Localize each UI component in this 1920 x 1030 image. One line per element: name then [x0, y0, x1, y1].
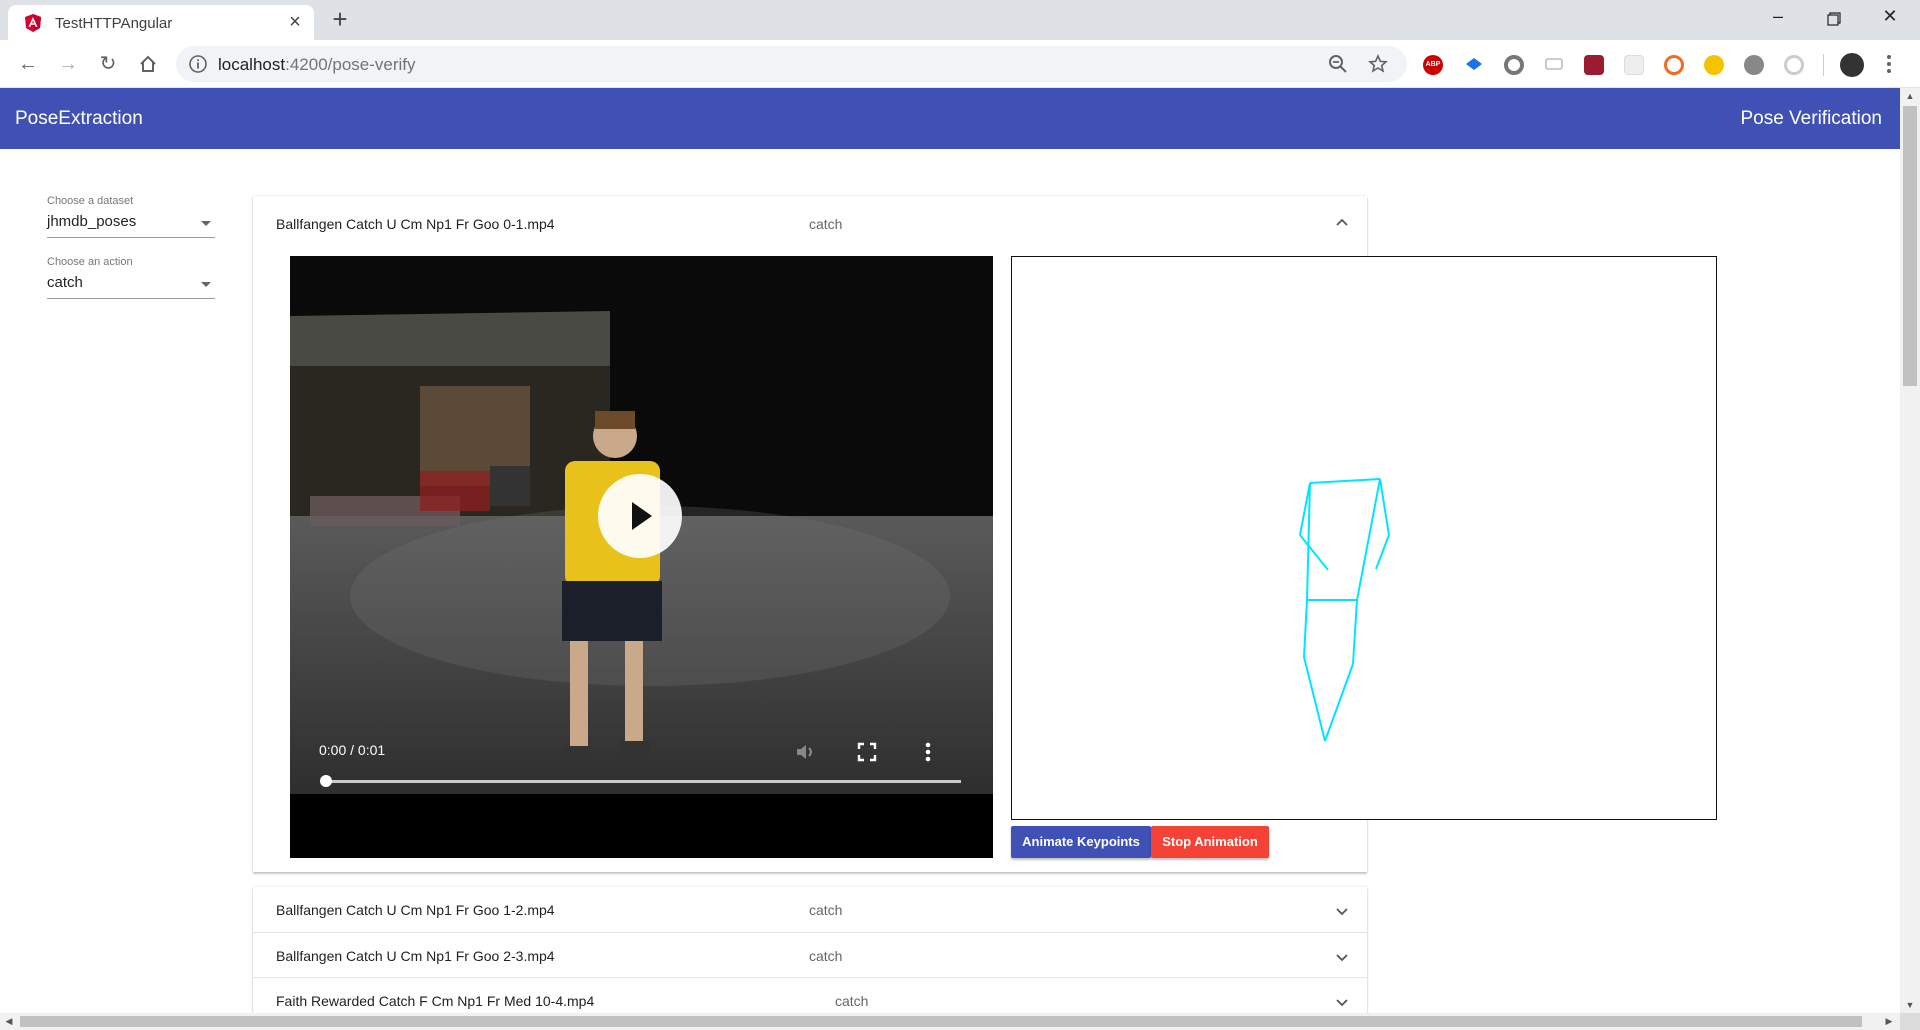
reload-icon[interactable]: ↻: [94, 50, 122, 78]
panel-action: catch: [835, 993, 869, 1009]
puzzle-icon[interactable]: [1744, 55, 1764, 75]
restore-icon[interactable]: [1819, 6, 1849, 32]
dataset-select[interactable]: Choose a dataset jhmdb_poses: [47, 195, 215, 238]
browser-tabstrip: TestHTTPAngular × + – ✕: [0, 0, 1920, 40]
angular-icon: [25, 14, 41, 32]
mendeley-icon[interactable]: [1584, 55, 1604, 75]
close-tab-icon[interactable]: ×: [284, 11, 306, 33]
app-brand[interactable]: PoseExtraction: [15, 108, 143, 130]
dataset-label: Choose a dataset: [47, 195, 134, 207]
dropdown-arrow-icon: [201, 282, 211, 287]
play-button[interactable]: [598, 474, 682, 558]
panel-filename: Ballfangen Catch U Cm Np1 Fr Goo 1-2.mp4: [276, 902, 555, 918]
more-options-icon[interactable]: [916, 740, 940, 764]
video-time: 0:00 / 0:01: [319, 742, 386, 758]
new-tab-icon[interactable]: +: [326, 6, 354, 34]
info-icon[interactable]: [188, 54, 208, 74]
address-bar[interactable]: localhost:4200/pose-verify: [176, 46, 1407, 82]
panel-action: catch: [809, 948, 843, 964]
chevron-down-icon[interactable]: [1333, 902, 1351, 920]
select-underline: [47, 237, 215, 238]
back-icon[interactable]: ←: [14, 50, 42, 78]
panel-header[interactable]: Ballfangen Catch U Cm Np1 Fr Goo 1-2.mp4…: [253, 887, 1367, 932]
bookmark-star-icon[interactable]: [1368, 54, 1388, 74]
moon-icon[interactable]: [1704, 55, 1724, 75]
toolbar-divider: [1823, 54, 1824, 76]
blank-icon[interactable]: [1624, 55, 1644, 75]
action-select[interactable]: Choose an action catch: [47, 256, 215, 299]
stop-animation-button[interactable]: Stop Animation: [1151, 826, 1269, 858]
vertical-scrollbar[interactable]: ▲ ▼: [1900, 88, 1920, 1013]
scrollbar-thumb[interactable]: [1903, 106, 1917, 386]
avatar[interactable]: [1840, 53, 1864, 77]
select-underline: [47, 298, 215, 299]
nav-pose-verification[interactable]: Pose Verification: [1740, 108, 1882, 130]
brave-icon[interactable]: [1664, 55, 1684, 75]
abp-icon[interactable]: ABP: [1423, 55, 1443, 75]
close-window-icon[interactable]: ✕: [1875, 6, 1905, 32]
browser-toolbar: ← → ↻ localhost:4200/pose-verify ABP: [0, 40, 1920, 88]
panel-header[interactable]: Ballfangen Catch U Cm Np1 Fr Goo 0-1.mp4…: [253, 196, 1367, 253]
chevron-down-icon[interactable]: [1333, 993, 1351, 1011]
scroll-right-icon[interactable]: ▶: [1880, 1013, 1898, 1030]
animate-keypoints-button[interactable]: Animate Keypoints: [1011, 826, 1151, 858]
horizontal-scrollbar[interactable]: ◀ ▶: [0, 1013, 1900, 1030]
video-panel-list: Ballfangen Catch U Cm Np1 Fr Goo 1-2.mp4…: [253, 887, 1367, 1027]
bookmark-icon[interactable]: [1464, 55, 1484, 75]
panel-action: catch: [809, 216, 843, 232]
scroll-up-icon[interactable]: ▲: [1900, 88, 1920, 104]
panel-action: catch: [809, 902, 843, 918]
app-header: PoseExtraction Pose Verification: [0, 88, 1900, 149]
action-label: Choose an action: [47, 256, 133, 268]
scrollbar-thumb[interactable]: [20, 1016, 1862, 1027]
chevron-up-icon[interactable]: [1333, 214, 1351, 232]
panel-filename: Ballfangen Catch U Cm Np1 Fr Goo 2-3.mp4: [276, 948, 555, 964]
video-progress-bar[interactable]: [325, 780, 961, 783]
scrollbar-corner: [1900, 1013, 1920, 1030]
browser-tab[interactable]: TestHTTPAngular ×: [8, 5, 314, 40]
zoom-icon[interactable]: [1328, 54, 1348, 74]
play-icon: [632, 502, 652, 530]
keypoint-canvas: [1011, 256, 1717, 820]
scroll-down-icon[interactable]: ▼: [1900, 997, 1920, 1013]
video-progress-handle[interactable]: [320, 775, 332, 787]
circle-icon[interactable]: [1504, 55, 1524, 75]
action-value: catch: [47, 274, 83, 291]
dropdown-arrow-icon: [201, 221, 211, 226]
pose-skeleton: [1299, 478, 1390, 742]
mute-icon[interactable]: [794, 740, 818, 764]
tab-title: TestHTTPAngular: [55, 15, 173, 32]
dataset-value: jhmdb_poses: [47, 213, 137, 230]
panel-filename: Faith Rewarded Catch F Cm Np1 Fr Med 10-…: [276, 993, 595, 1009]
chevron-down-icon[interactable]: [1333, 948, 1351, 966]
chat-icon[interactable]: [1544, 55, 1564, 75]
url-host: localhost: [218, 55, 286, 74]
url-path: :4200/pose-verify: [285, 55, 416, 74]
video-player[interactable]: 0:00 / 0:01: [290, 256, 993, 858]
url-text[interactable]: localhost:4200/pose-verify: [218, 55, 416, 75]
browser-menu-icon[interactable]: [1884, 52, 1894, 78]
clock-icon[interactable]: [1784, 55, 1804, 75]
minimize-icon[interactable]: –: [1763, 6, 1793, 32]
forward-icon[interactable]: →: [54, 50, 82, 78]
home-icon[interactable]: [134, 50, 162, 78]
scroll-left-icon[interactable]: ◀: [0, 1013, 18, 1030]
fullscreen-icon[interactable]: [855, 740, 879, 764]
panel-filename: Ballfangen Catch U Cm Np1 Fr Goo 0-1.mp4: [276, 216, 555, 232]
panel-header[interactable]: Ballfangen Catch U Cm Np1 Fr Goo 2-3.mp4…: [253, 932, 1367, 977]
